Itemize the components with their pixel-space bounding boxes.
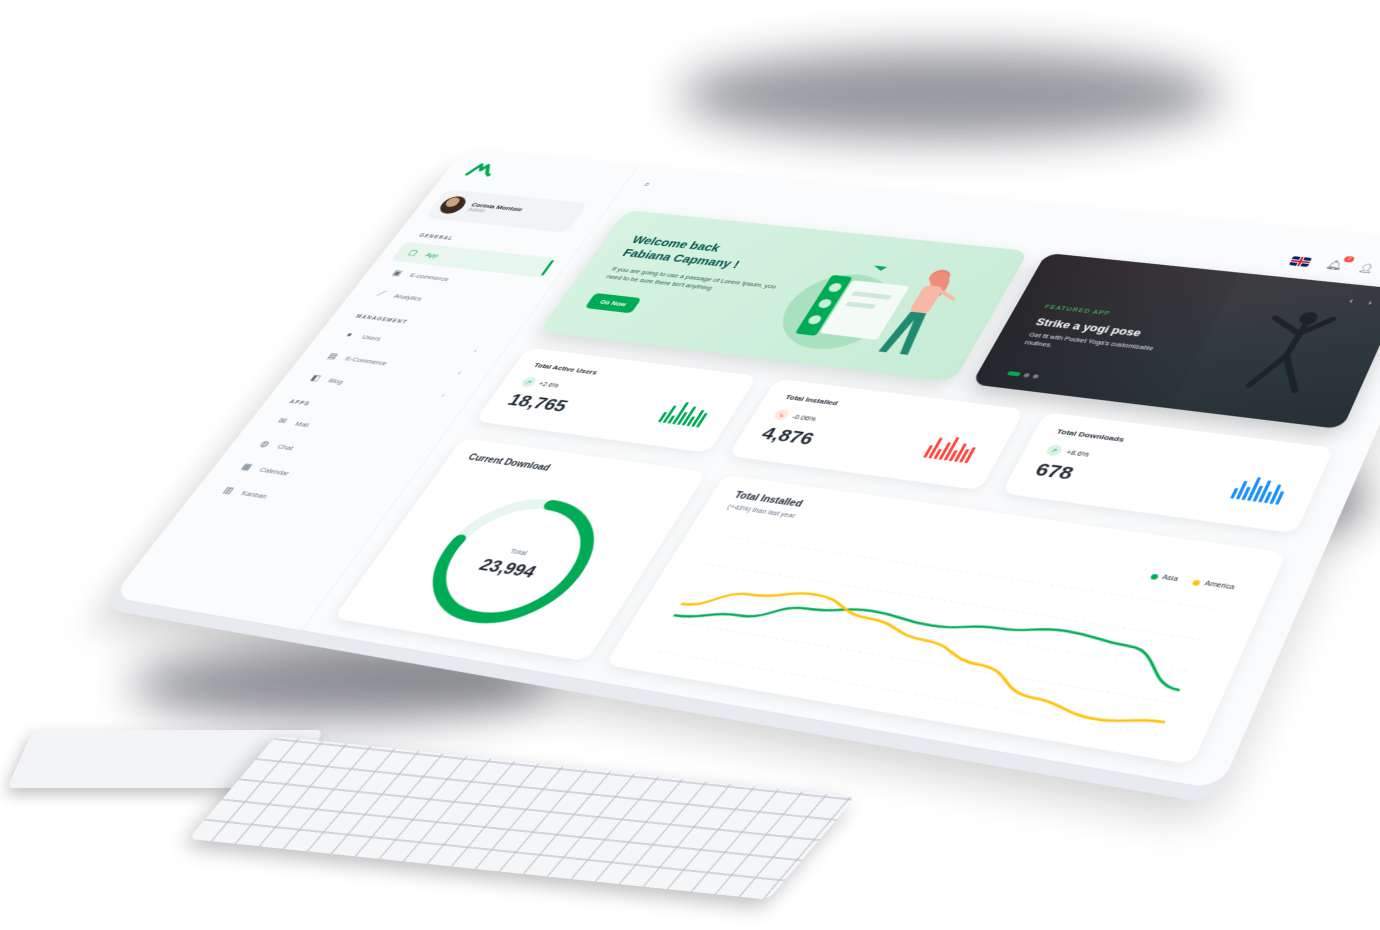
sidebar-item-label: Calendar bbox=[258, 466, 292, 477]
nav-heading-management: MANAGEMENT bbox=[354, 314, 408, 325]
chart-icon: ⟋ bbox=[373, 289, 390, 299]
download-donut-chart: Total 23,994 bbox=[390, 483, 635, 643]
chart-legend: Asia America bbox=[1149, 573, 1235, 592]
chevron-right-icon: › bbox=[440, 392, 447, 399]
trend-down-icon: ↘ bbox=[772, 409, 791, 421]
nav-heading-general: GENERAL bbox=[418, 233, 455, 241]
chart-gridline bbox=[723, 536, 1217, 610]
series-line-america[interactable] bbox=[655, 576, 1197, 730]
stat-trend: ↘ -0.06% bbox=[772, 409, 819, 425]
nav-heading-apps: APPS bbox=[288, 399, 311, 407]
chat-icon: ◍ bbox=[256, 439, 273, 450]
tablet-device: Corinia Montoie Admin GENERAL ▢ App ▣ E-… bbox=[112, 148, 1380, 790]
sidebar-item-label: Analytics bbox=[392, 292, 424, 302]
chart-gridline bbox=[688, 592, 1188, 671]
chevron-left-icon[interactable]: ‹ bbox=[1348, 297, 1361, 306]
stat-value: 4,876 bbox=[757, 425, 817, 450]
legend-label: America bbox=[1203, 580, 1235, 591]
sidebar-item-label: E-commerce bbox=[408, 272, 451, 283]
sidebar-item-label: Chat bbox=[276, 442, 296, 451]
product-mockup-scene: Corinia Montoie Admin GENERAL ▢ App ▣ E-… bbox=[0, 0, 1380, 930]
dashboard-icon: ▢ bbox=[405, 248, 421, 257]
mini-bar-chart bbox=[1230, 472, 1296, 505]
sidebar-item-label: Mail bbox=[293, 420, 311, 429]
account-card[interactable]: Corinia Montoie Admin bbox=[424, 189, 588, 233]
sidebar-item-label: Users bbox=[361, 333, 384, 342]
legend-item-america[interactable]: America bbox=[1192, 579, 1236, 591]
stat-title: Total Active Users bbox=[532, 362, 599, 377]
welcome-card: Welcome back Fabiana Capmany ! If you ar… bbox=[539, 210, 1029, 382]
stat-title: Total Downloads bbox=[1055, 428, 1126, 444]
total-installed-line-chart bbox=[626, 525, 1244, 750]
go-now-button[interactable]: Go Now bbox=[585, 293, 642, 313]
cart-icon: ▣ bbox=[389, 268, 405, 277]
user-icon: ● bbox=[341, 330, 358, 340]
calendar-icon: ▦ bbox=[238, 462, 256, 473]
sidebar-item-label: E-Commerce bbox=[344, 355, 389, 367]
chevron-right-icon: › bbox=[456, 369, 463, 376]
legend-label: Asia bbox=[1161, 574, 1179, 583]
notification-button[interactable]: 🔔︎ 2 bbox=[1324, 259, 1345, 271]
mini-bar-chart bbox=[923, 433, 986, 464]
chart-gridline bbox=[652, 650, 1159, 735]
chevron-right-icon[interactable]: › bbox=[1367, 299, 1380, 308]
card-title: Current Download bbox=[466, 453, 552, 473]
stat-trend-value: -0.06% bbox=[790, 413, 818, 423]
series-line-asia[interactable] bbox=[674, 574, 1198, 697]
mail-icon: ✉ bbox=[274, 416, 291, 426]
trend-up-icon: ↗ bbox=[1045, 444, 1064, 457]
welcome-illustration bbox=[746, 242, 1000, 366]
stat-title: Total Installed bbox=[784, 393, 840, 407]
search-icon[interactable]: ⌕ bbox=[642, 181, 652, 189]
stat-trend-value: +2.6% bbox=[537, 380, 561, 389]
bell-icon: 🔔︎ bbox=[1324, 259, 1345, 271]
mini-bar-chart bbox=[658, 399, 719, 428]
stat-trend: ↗ +8.6% bbox=[1045, 444, 1092, 460]
notification-badge: 2 bbox=[1343, 256, 1356, 263]
cart-icon: ▤ bbox=[324, 351, 341, 361]
sidebar-item-label: App bbox=[424, 251, 441, 258]
kanban-icon: ▥ bbox=[220, 485, 238, 496]
welcome-text: If you are going to use a passage of Lor… bbox=[604, 265, 796, 301]
stat-trend-value: +8.6% bbox=[1064, 448, 1091, 458]
trend-up-icon: ↗ bbox=[519, 376, 538, 387]
stat-card-active-users: Total Active Users ↗ +2.6% 18,765 bbox=[475, 347, 758, 453]
stat-value: 18,765 bbox=[503, 391, 571, 416]
logo-icon[interactable] bbox=[464, 161, 499, 178]
sidebar-item-label: Kanban bbox=[240, 489, 270, 500]
blog-icon: ◧ bbox=[307, 373, 324, 383]
dashboard-screen: Corinia Montoie Admin GENERAL ▢ App ▣ E-… bbox=[112, 148, 1380, 790]
language-flag-icon[interactable] bbox=[1289, 256, 1312, 267]
contacts-icon[interactable]: 👤︎ bbox=[1357, 262, 1376, 273]
stat-value: 678 bbox=[1031, 461, 1077, 485]
stat-card-total-installed: Total Installed ↘ -0.06% 4,876 bbox=[728, 379, 1025, 491]
stat-trend: ↗ +2.6% bbox=[519, 376, 562, 390]
chevron-right-icon: › bbox=[472, 347, 479, 354]
welcome-title: Welcome back Fabiana Capmany ! bbox=[619, 233, 752, 272]
stat-card-total-downloads: Total Downloads ↗ +8.6% 678 bbox=[1001, 412, 1334, 533]
chart-gridline bbox=[670, 621, 1174, 703]
sidebar-item-label: Blog bbox=[327, 377, 346, 385]
legend-item-asia[interactable]: Asia bbox=[1149, 573, 1179, 583]
carousel-arrows[interactable]: ‹ › bbox=[1348, 297, 1380, 308]
chart-gridline bbox=[705, 564, 1202, 640]
featured-app-carousel[interactable]: ‹ › FEATURED APP Strike a yogi pose Get … bbox=[971, 253, 1380, 429]
